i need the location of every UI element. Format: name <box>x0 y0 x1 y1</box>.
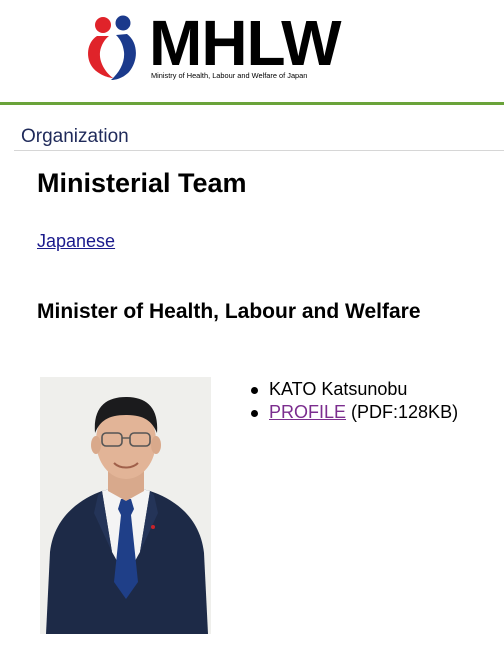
breadcrumb-label: Organization <box>21 126 129 147</box>
header-divider <box>0 102 504 105</box>
mhlw-logo[interactable]: MHLW Ministry of Health, Labour and Welf… <box>83 8 341 86</box>
profile-item: PROFILE (PDF:128KB) <box>248 401 458 424</box>
logo-subtitle: Ministry of Health, Labour and Welfare o… <box>151 71 308 80</box>
japanese-language-link[interactable]: Japanese <box>37 231 115 252</box>
minister-info-list: KATO Katsunobu PROFILE (PDF:128KB) <box>248 378 458 424</box>
profile-file-info: (PDF:128KB) <box>346 402 459 422</box>
mhlw-logo-icon <box>88 15 136 80</box>
section-title: Minister of Health, Labour and Welfare <box>37 300 421 323</box>
breadcrumb: Organization <box>14 126 504 151</box>
profile-link[interactable]: PROFILE <box>269 402 346 422</box>
site-header: MHLW Ministry of Health, Labour and Welf… <box>0 0 504 105</box>
minister-name: KATO Katsunobu <box>248 378 458 401</box>
logo-text: MHLW <box>149 7 341 79</box>
minister-portrait <box>40 377 211 634</box>
page-title: Ministerial Team <box>37 168 247 198</box>
